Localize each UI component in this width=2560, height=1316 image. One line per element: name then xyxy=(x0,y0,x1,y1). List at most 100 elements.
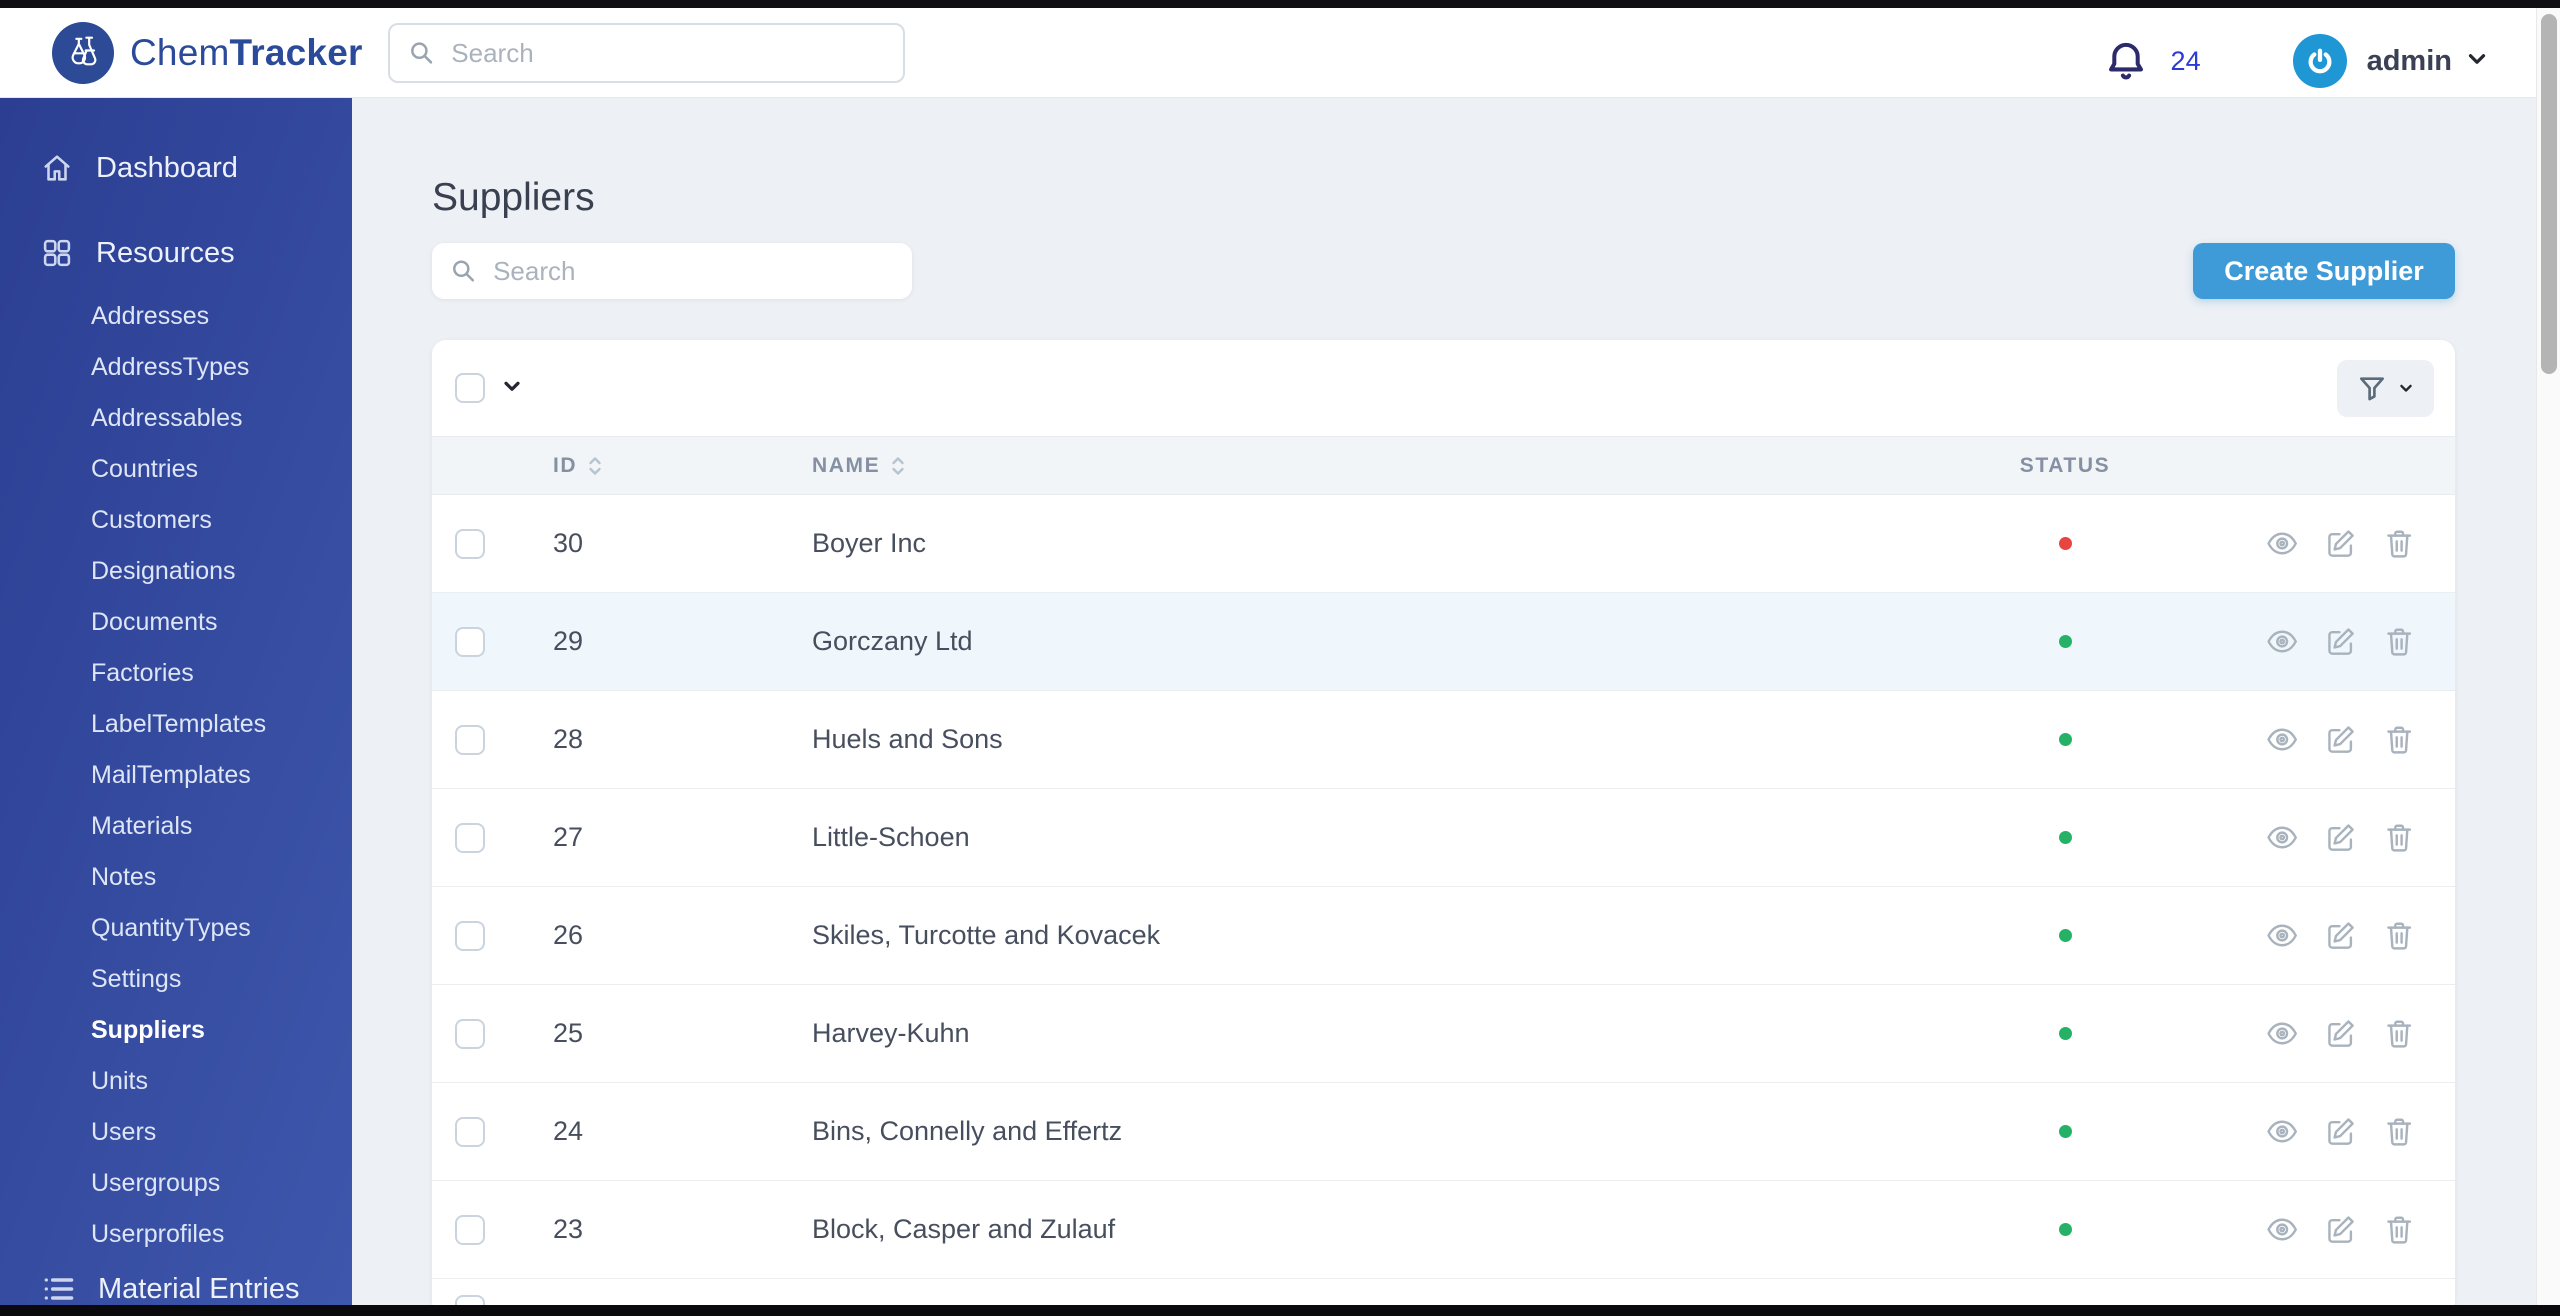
edit-icon[interactable] xyxy=(2323,820,2357,855)
page-scrollbar[interactable] xyxy=(2536,8,2560,1306)
sidebar-item-addresstypes[interactable]: AddressTypes xyxy=(0,342,352,393)
edit-icon[interactable] xyxy=(2323,1114,2357,1149)
sidebar-item-mailtemplates[interactable]: MailTemplates xyxy=(0,750,352,801)
view-icon[interactable] xyxy=(2265,526,2299,561)
view-icon[interactable] xyxy=(2265,624,2299,659)
notifications-bell-icon[interactable] xyxy=(2103,38,2149,84)
view-icon[interactable] xyxy=(2265,820,2299,855)
edit-icon[interactable] xyxy=(2323,1212,2357,1247)
sidebar-item-usergroups[interactable]: Usergroups xyxy=(0,1158,352,1209)
view-icon[interactable] xyxy=(2265,1212,2299,1247)
row-checkbox[interactable] xyxy=(455,1214,485,1245)
select-all-checkbox[interactable] xyxy=(455,373,485,403)
status-dot xyxy=(2058,831,2072,844)
edit-icon[interactable] xyxy=(2323,526,2357,561)
sidebar-item-units[interactable]: Units xyxy=(0,1056,352,1107)
user-menu-name[interactable]: admin xyxy=(2367,45,2452,78)
row-checkbox[interactable] xyxy=(455,1018,485,1049)
cell-id: 25 xyxy=(553,1018,584,1048)
table-row[interactable]: 25 Harvey-Kuhn xyxy=(432,985,2455,1083)
table-row[interactable]: 23 Block, Casper and Zulauf xyxy=(432,1181,2455,1279)
sidebar-item-addresses[interactable]: Addresses xyxy=(0,291,352,342)
table-row[interactable]: 29 Gorczany Ltd xyxy=(432,593,2455,691)
sidebar-item-labeltemplates[interactable]: LabelTemplates xyxy=(0,699,352,750)
table-row[interactable]: 30 Boyer Inc xyxy=(432,495,2455,593)
page-scrollbar-thumb[interactable] xyxy=(2541,14,2557,374)
view-icon[interactable] xyxy=(2265,722,2299,757)
view-icon[interactable] xyxy=(2265,1114,2299,1149)
table-row[interactable]: 27 Little-Schoen xyxy=(432,789,2455,887)
delete-icon[interactable] xyxy=(2382,624,2416,659)
sidebar-item-suppliers[interactable]: Suppliers xyxy=(0,1005,352,1056)
sidebar-item-customers[interactable]: Customers xyxy=(0,495,352,546)
power-icon xyxy=(2308,48,2331,74)
user-menu-chevron-down-icon[interactable] xyxy=(2464,46,2490,77)
create-supplier-button[interactable]: Create Supplier xyxy=(2193,243,2455,299)
filter-funnel-icon xyxy=(2359,377,2384,401)
table-row-partial xyxy=(432,1279,2455,1315)
row-checkbox[interactable] xyxy=(455,1116,485,1147)
top-bar: ChemTracker 24 admin xyxy=(0,8,2560,98)
sidebar-item-userprofiles[interactable]: Userprofiles xyxy=(0,1209,352,1260)
sidebar-item-materials[interactable]: Materials xyxy=(0,801,352,852)
row-checkbox[interactable] xyxy=(455,528,485,559)
app-window: ChemTracker 24 admin Dashboard xyxy=(0,0,2560,1316)
row-checkbox[interactable] xyxy=(455,920,485,951)
column-header-id[interactable]: ID xyxy=(553,454,812,478)
cell-id: 26 xyxy=(553,920,584,950)
delete-icon[interactable] xyxy=(2382,722,2416,757)
global-search-input[interactable] xyxy=(451,37,885,69)
table-row[interactable]: 24 Bins, Connelly and Effertz xyxy=(432,1083,2455,1181)
table-header-row: ID NAME STATUS xyxy=(432,436,2455,495)
cell-name: Huels and Sons xyxy=(812,724,1003,754)
grid-icon xyxy=(43,239,71,267)
table-row[interactable]: 26 Skiles, Turcotte and Kovacek xyxy=(432,887,2455,985)
delete-icon[interactable] xyxy=(2382,1016,2416,1051)
edit-icon[interactable] xyxy=(2323,1016,2357,1051)
brand-logo[interactable]: ChemTracker xyxy=(52,21,363,84)
sidebar-item-factories[interactable]: Factories xyxy=(0,648,352,699)
list-icon xyxy=(44,1278,74,1300)
table-search xyxy=(432,243,912,299)
sidebar-item-designations[interactable]: Designations xyxy=(0,546,352,597)
cell-name: Little-Schoen xyxy=(812,822,970,852)
table-row[interactable]: 28 Huels and Sons xyxy=(432,691,2455,789)
column-header-name[interactable]: NAME xyxy=(812,454,1865,478)
sidebar-item-quantitytypes[interactable]: QuantityTypes xyxy=(0,903,352,954)
status-dot xyxy=(2058,1223,2072,1236)
sidebar-item-dashboard[interactable]: Dashboard xyxy=(0,138,352,198)
sort-icon[interactable] xyxy=(587,455,603,477)
edit-icon[interactable] xyxy=(2323,624,2357,659)
filter-button[interactable] xyxy=(2337,359,2434,417)
row-checkbox[interactable] xyxy=(455,822,485,853)
sidebar-item-users[interactable]: Users xyxy=(0,1107,352,1158)
cell-id: 24 xyxy=(553,1116,584,1146)
delete-icon[interactable] xyxy=(2382,820,2416,855)
sidebar-item-resources[interactable]: Resources xyxy=(0,223,352,283)
sidebar-item-notes[interactable]: Notes xyxy=(0,852,352,903)
sidebar-item-documents[interactable]: Documents xyxy=(0,597,352,648)
status-dot xyxy=(2058,733,2072,746)
table-toolbar xyxy=(432,340,2455,436)
sort-icon[interactable] xyxy=(890,455,906,477)
delete-icon[interactable] xyxy=(2382,918,2416,953)
notifications-count[interactable]: 24 xyxy=(2171,46,2201,77)
user-avatar[interactable] xyxy=(2292,34,2347,88)
view-icon[interactable] xyxy=(2265,918,2299,953)
row-checkbox[interactable] xyxy=(455,724,485,755)
edit-icon[interactable] xyxy=(2323,918,2357,953)
table-search-input[interactable] xyxy=(493,255,894,287)
window-chrome-bottom xyxy=(0,1305,2560,1316)
delete-icon[interactable] xyxy=(2382,1114,2416,1149)
delete-icon[interactable] xyxy=(2382,1212,2416,1247)
edit-icon[interactable] xyxy=(2323,722,2357,757)
view-icon[interactable] xyxy=(2265,1016,2299,1051)
suppliers-table-card: ID NAME STATUS 30 Boyer Inc 29 Gorczany … xyxy=(432,340,2455,1315)
sidebar-item-addressables[interactable]: Addressables xyxy=(0,393,352,444)
sidebar-resource-list: Addresses AddressTypes Addressables Countri… xyxy=(0,291,352,1260)
sidebar-item-countries[interactable]: Countries xyxy=(0,444,352,495)
delete-icon[interactable] xyxy=(2382,526,2416,561)
row-checkbox[interactable] xyxy=(455,626,485,657)
sidebar-item-settings[interactable]: Settings xyxy=(0,954,352,1005)
select-all-chevron-down-icon[interactable] xyxy=(499,373,525,404)
